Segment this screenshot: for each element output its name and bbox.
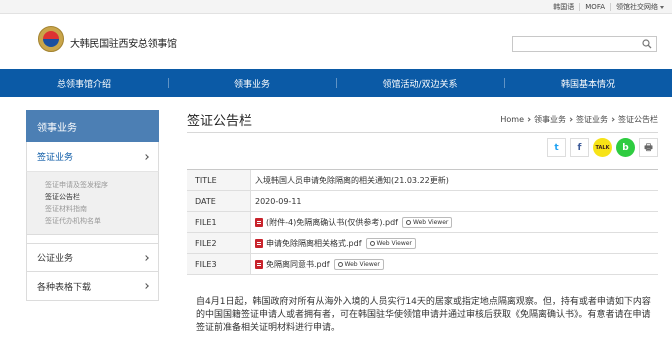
title-value: 入境韩国人员申请免除隔离的相关通知(21.03.22更新)	[255, 175, 449, 185]
date-value: 2020-09-11	[255, 196, 302, 206]
chevron-right-icon	[143, 283, 149, 289]
breadcrumb-current: 签证公告栏	[618, 115, 658, 124]
utility-links: 韩国语 MOFA 领馆社交网络	[553, 0, 672, 14]
file-label: FILE3	[187, 254, 251, 274]
site-title[interactable]: 大韩民国驻西安总领事馆	[70, 35, 177, 50]
share-buttons: t f TALK b 🖶	[547, 138, 658, 157]
chevron-down-icon	[660, 5, 664, 9]
sidebar-item-visa[interactable]: 签证业务	[26, 142, 159, 171]
chevron-right-icon	[143, 153, 149, 160]
chevron-right-icon	[610, 117, 615, 122]
search-input[interactable]	[512, 36, 657, 52]
sidebar: 领事业务 签证业务 签证申请及签发程序 签证公告栏 签证材料指南 签证代办机构名…	[26, 110, 159, 301]
file-link[interactable]: 申请免除隔离相关格式.pdf	[266, 238, 362, 249]
magnifier-icon	[337, 261, 343, 267]
file-link[interactable]: 免隔离同意书.pdf	[266, 259, 330, 270]
table-row: DATE 2020-09-11	[187, 191, 658, 212]
web-viewer-label: Web Viewer	[412, 218, 449, 226]
search-icon[interactable]	[642, 39, 652, 49]
submenu-item-visa-agencies[interactable]: 签证代办机构名单	[45, 215, 158, 227]
web-viewer-button[interactable]: Web Viewer	[365, 237, 416, 249]
web-viewer-label: Web Viewer	[344, 260, 380, 268]
twitter-icon[interactable]: t	[547, 138, 566, 157]
notice-info-table: TITLE 入境韩国人员申请免除隔离的相关通知(21.03.22更新) DATE…	[187, 169, 658, 275]
band-icon[interactable]: b	[616, 138, 635, 157]
magnifier-icon	[405, 219, 411, 225]
pdf-icon	[255, 238, 263, 248]
date-label: DATE	[187, 191, 251, 211]
web-viewer-button[interactable]: Web Viewer	[401, 216, 453, 228]
title-label: TITLE	[187, 170, 251, 190]
sidebar-item-label: 各种表格下载	[37, 282, 92, 293]
table-row: FILE1 (附件-4)免隔离确认书(仅供参考).pdf Web Viewer	[187, 212, 658, 233]
page-title: 签证公告栏	[187, 114, 253, 129]
sidebar-submenu: 签证申请及签发程序 签证公告栏 签证材料指南 签证代办机构名单	[26, 171, 159, 235]
submenu-item-visa-notices[interactable]: 签证公告栏	[45, 191, 158, 203]
kakaotalk-icon[interactable]: TALK	[593, 138, 612, 157]
print-icon[interactable]: 🖶	[639, 138, 658, 157]
chevron-right-icon	[526, 117, 531, 122]
utility-bar: 韩国语 MOFA 领馆社交网络	[0, 0, 672, 14]
mofa-link[interactable]: MOFA	[585, 3, 605, 11]
social-network-dropdown[interactable]: 领馆社交网络	[616, 2, 664, 12]
social-network-label: 领馆社交网络	[616, 3, 658, 11]
sidebar-item-label: 公证业务	[37, 254, 74, 264]
emblem-logo[interactable]	[38, 26, 64, 52]
notice-body-text: 自4月1日起，韩国政府对所有从海外入境的人员实行14天的居家或指定地点隔离观察。…	[196, 297, 651, 333]
chevron-right-icon	[568, 117, 573, 122]
nav-item-activities[interactable]: 领馆活动/双边关系	[336, 69, 504, 97]
table-row: TITLE 入境韩国人员申请免除隔离的相关通知(21.03.22更新)	[187, 170, 658, 191]
sidebar-spacer	[26, 235, 159, 243]
web-viewer-button[interactable]: Web Viewer	[333, 258, 384, 270]
magnifier-icon	[369, 240, 375, 246]
divider	[610, 3, 611, 11]
sidebar-item-notary[interactable]: 公证业务	[26, 243, 159, 272]
chevron-right-icon	[143, 254, 149, 261]
file-cell: 免隔离同意书.pdf Web Viewer	[251, 254, 658, 274]
sidebar-header: 领事业务	[26, 110, 159, 142]
nav-item-consular-services[interactable]: 领事业务	[168, 69, 336, 97]
pdf-icon	[255, 217, 263, 227]
breadcrumb-home[interactable]: Home	[500, 115, 524, 124]
header: 大韩民国驻西安总领事馆	[0, 14, 672, 69]
web-viewer-label: Web Viewer	[376, 239, 412, 247]
file-label: FILE1	[187, 212, 251, 232]
sidebar-item-label: 签证业务	[37, 153, 74, 163]
file-label: FILE2	[187, 233, 251, 253]
taeguk-emblem-icon	[43, 31, 59, 47]
breadcrumb: Home 领事业务 签证业务 签证公告栏	[500, 114, 658, 125]
file-cell: (附件-4)免隔离确认书(仅供参考).pdf Web Viewer	[251, 212, 658, 232]
submenu-item-visa-procedure[interactable]: 签证申请及签发程序	[45, 179, 158, 191]
facebook-icon[interactable]: f	[570, 138, 589, 157]
table-row: FILE2 申请免除隔离相关格式.pdf Web Viewer	[187, 233, 658, 254]
language-link-korean[interactable]: 韩国语	[553, 2, 574, 12]
sidebar-item-forms[interactable]: 各种表格下载	[26, 272, 159, 301]
table-row: FILE3 免隔离同意书.pdf Web Viewer	[187, 254, 658, 275]
nav-item-korea-info[interactable]: 韩国基本情况	[504, 69, 672, 97]
breadcrumb-consular[interactable]: 领事业务	[534, 114, 566, 125]
submenu-item-visa-documents[interactable]: 签证材料指南	[45, 203, 158, 215]
nav-item-consulate-intro[interactable]: 总领事馆介绍	[0, 69, 168, 97]
divider	[579, 3, 581, 11]
breadcrumb-visa[interactable]: 签证业务	[576, 114, 608, 125]
divider	[187, 132, 658, 133]
file-cell: 申请免除隔离相关格式.pdf Web Viewer	[251, 233, 658, 253]
file-link[interactable]: (附件-4)免隔离确认书(仅供参考).pdf	[266, 217, 398, 228]
pdf-icon	[255, 259, 263, 269]
main-nav: 总领事馆介绍 领事业务 领馆活动/双边关系 韩国基本情况	[0, 69, 672, 97]
